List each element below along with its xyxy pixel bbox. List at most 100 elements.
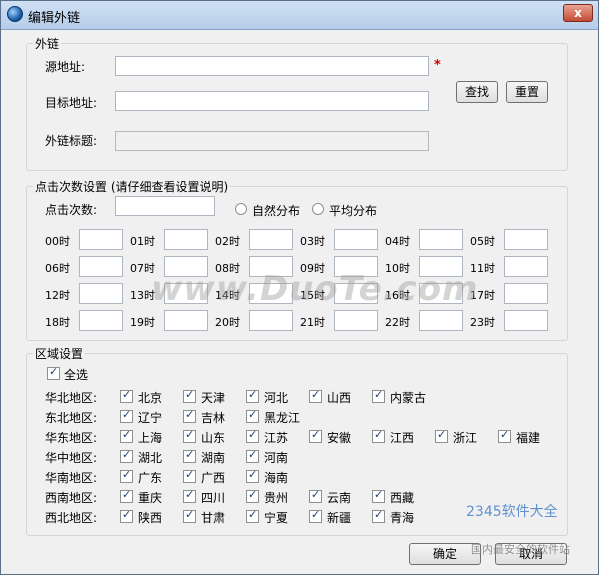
hour-input[interactable] [79,283,123,304]
province-checkbox[interactable] [246,448,259,463]
select-all-checkbox[interactable] [47,365,60,380]
hour-label: 11时 [470,262,495,275]
link-title-input [115,131,429,151]
province-checkbox[interactable] [309,488,322,503]
province-checkbox[interactable] [246,408,259,423]
window-title: 编辑外链 [28,11,81,26]
hour-input[interactable] [249,256,293,277]
province-checkbox[interactable] [120,508,133,523]
natural-distribution-radio[interactable] [235,203,247,215]
province-checkbox[interactable] [246,388,259,403]
province-checkbox[interactable] [183,508,196,523]
province-checkbox[interactable] [120,448,133,463]
province-checkbox[interactable] [183,488,196,503]
cancel-button[interactable]: 取消 [495,543,567,565]
province-label: 北京 [138,391,163,405]
hour-input[interactable] [164,310,208,331]
province-checkbox[interactable] [120,408,133,423]
province-checkbox[interactable] [372,508,385,523]
click-count-input[interactable] [115,196,215,216]
province-label: 四川 [201,491,226,505]
hour-input[interactable] [419,256,463,277]
hour-input[interactable] [79,310,123,331]
hour-input[interactable] [249,310,293,331]
hour-input[interactable] [164,256,208,277]
hour-input[interactable] [249,229,293,250]
hour-input[interactable] [79,229,123,250]
hour-label: 04时 [385,235,410,248]
hour-label: 01时 [130,235,155,248]
province-checkbox[interactable] [498,428,511,443]
province-label: 青海 [390,511,415,525]
hour-input[interactable] [419,283,463,304]
province-checkbox[interactable] [120,488,133,503]
hour-input[interactable] [419,229,463,250]
province-checkbox[interactable] [246,488,259,503]
region-label: 华北地区: [45,391,98,405]
region-label: 华南地区: [45,471,98,485]
find-button[interactable]: 查找 [456,81,498,103]
province-label: 上海 [138,431,163,445]
hour-input[interactable] [249,283,293,304]
province-checkbox[interactable] [183,468,196,483]
hour-label: 14时 [215,289,240,302]
province-checkbox[interactable] [246,428,259,443]
hour-input[interactable] [334,256,378,277]
province-checkbox[interactable] [309,388,322,403]
region-label: 华中地区: [45,451,98,465]
province-checkbox[interactable] [372,428,385,443]
required-mark: * [434,58,441,73]
reset-button[interactable]: 重置 [506,81,548,103]
hour-label: 07时 [130,262,155,275]
province-checkbox[interactable] [183,428,196,443]
hour-label: 23时 [470,316,495,329]
province-checkbox[interactable] [120,428,133,443]
hour-label: 12时 [45,289,70,302]
target-url-input[interactable] [115,91,429,111]
title-bar[interactable]: 编辑外链 x [1,1,598,30]
click-group-legend: 点击次数设置 (请仔细查看设置说明) [33,178,231,195]
province-checkbox[interactable] [120,388,133,403]
ok-button[interactable]: 确定 [409,543,481,565]
province-checkbox[interactable] [435,428,448,443]
province-label: 福建 [516,431,541,445]
province-checkbox[interactable] [183,408,196,423]
close-button[interactable]: x [563,4,593,22]
hour-label: 13时 [130,289,155,302]
source-url-input[interactable] [115,56,429,76]
app-globe-icon [7,6,23,22]
province-checkbox[interactable] [246,468,259,483]
hour-label: 15时 [300,289,325,302]
province-label: 内蒙古 [390,391,427,405]
province-checkbox[interactable] [309,508,322,523]
hour-label: 17时 [470,289,495,302]
hour-label: 20时 [215,316,240,329]
province-checkbox[interactable] [372,388,385,403]
province-label: 西藏 [390,491,415,505]
province-label: 江西 [390,431,415,445]
hour-input[interactable] [504,229,548,250]
hour-label: 21时 [300,316,325,329]
province-checkbox[interactable] [183,448,196,463]
hour-input[interactable] [419,310,463,331]
province-checkbox[interactable] [309,428,322,443]
hour-input[interactable] [504,256,548,277]
hour-input[interactable] [334,283,378,304]
hour-input[interactable] [334,310,378,331]
natural-distribution-label: 自然分布 [252,204,301,218]
province-label: 湖北 [138,451,163,465]
hour-input[interactable] [504,310,548,331]
hour-input[interactable] [164,229,208,250]
province-label: 海南 [264,471,289,485]
hour-input[interactable] [79,256,123,277]
hour-input[interactable] [504,283,548,304]
hour-label: 19时 [130,316,155,329]
hour-label: 22时 [385,316,410,329]
province-checkbox[interactable] [183,388,196,403]
hour-input[interactable] [164,283,208,304]
average-distribution-radio[interactable] [312,203,324,215]
province-checkbox[interactable] [120,468,133,483]
hour-input[interactable] [334,229,378,250]
province-checkbox[interactable] [246,508,259,523]
province-checkbox[interactable] [372,488,385,503]
